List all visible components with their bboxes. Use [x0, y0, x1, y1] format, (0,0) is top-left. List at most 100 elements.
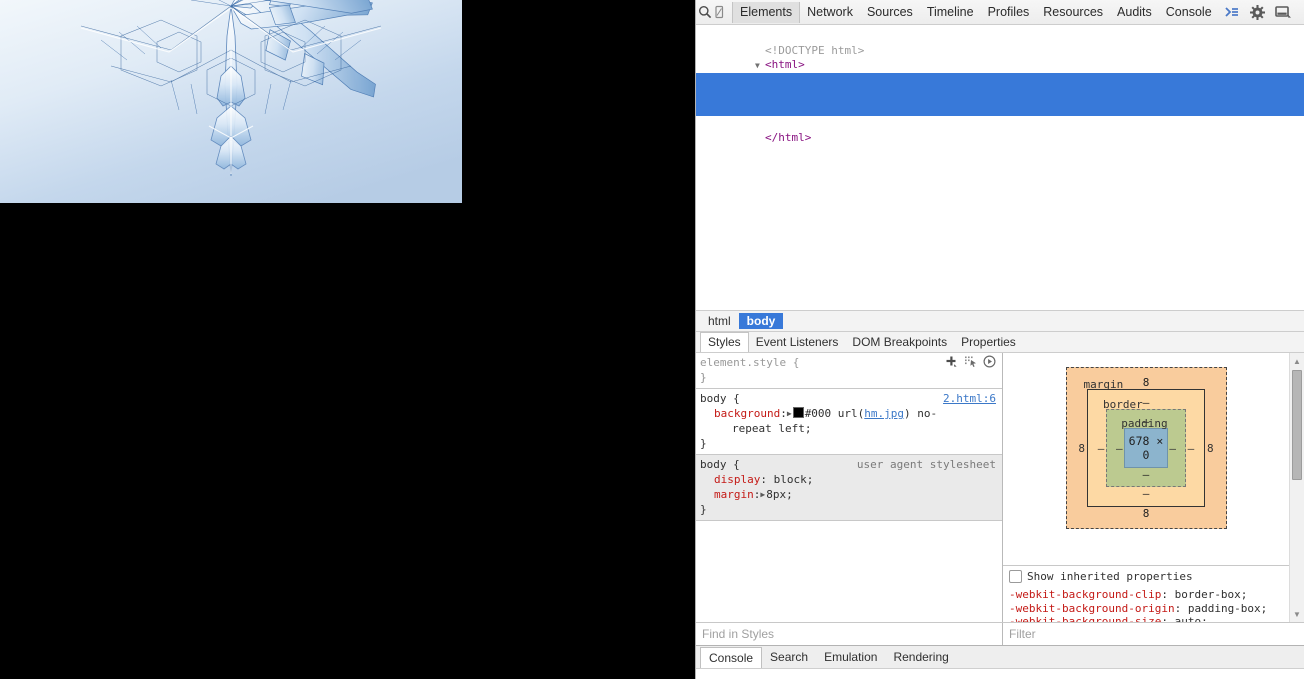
stylesheet-source-link[interactable]: 2.html:6	[943, 391, 996, 406]
scroll-down-arrow-icon[interactable]: ▼	[1290, 606, 1304, 622]
tab-console[interactable]: Console	[1159, 2, 1219, 23]
dom-row-selected-blank[interactable]	[696, 87, 1304, 102]
padding-right-value[interactable]: –	[1168, 442, 1178, 455]
tab-profiles[interactable]: Profiles	[981, 2, 1037, 23]
margin-bottom-value[interactable]: 8	[1077, 507, 1216, 520]
expand-triangle-icon[interactable]: ▶	[760, 487, 765, 502]
dom-tree-panel[interactable]: <!DOCTYPE html> <html> <head>…</head> <b…	[696, 25, 1304, 310]
panel-tabs: Elements Network Sources Timeline Profil…	[732, 0, 1219, 24]
drawer-tab-emulation[interactable]: Emulation	[816, 648, 885, 667]
margin-right-value[interactable]: 8	[1205, 442, 1215, 455]
scrollbar-thumb[interactable]	[1292, 370, 1302, 480]
dom-row[interactable]: <!DOCTYPE html>	[696, 29, 1304, 57]
padding-left-value[interactable]: –	[1114, 442, 1124, 455]
declaration-background[interactable]: background:▶ #000 url(hm.jpg) no-	[700, 406, 998, 421]
computed-property-row[interactable]: -webkit-background-clip: border-box;	[1009, 588, 1285, 602]
breadcrumb-item-html[interactable]: html	[700, 313, 739, 329]
box-model-padding[interactable]: padding – – 678 × 0 – –	[1106, 409, 1186, 487]
gear-icon[interactable]	[1245, 0, 1271, 24]
computed-property-name: -webkit-background-origin	[1009, 601, 1175, 615]
expand-triangle-icon[interactable]: ▶	[787, 406, 792, 421]
element-state-icon[interactable]	[964, 355, 977, 368]
dom-row-selected-body-open[interactable]: <body>	[696, 72, 1304, 100]
declaration-background-wrap: repeat left;	[700, 421, 998, 436]
rule-close-brace: }	[700, 503, 707, 516]
style-rule-element-style[interactable]: element.style {}	[696, 353, 1002, 389]
box-model-content[interactable]: 678 × 0	[1124, 428, 1168, 468]
find-bars: Find in Styles Filter	[696, 622, 1304, 645]
box-model-border[interactable]: border – – padding – – 678 × 0 – – – –	[1086, 389, 1206, 507]
computed-scroll-area: margin 8 8 border – – padding – – 678 × …	[1003, 353, 1304, 622]
border-top-value[interactable]: –	[1143, 396, 1150, 409]
computed-scrollbar[interactable]: ▲ ▼	[1289, 353, 1304, 622]
computed-filter-input[interactable]: Filter	[1003, 623, 1304, 645]
snowflake-background-image	[0, 0, 462, 203]
declaration-value-prefix: #000 url(	[804, 407, 865, 420]
declaration-display[interactable]: display: block;	[700, 472, 998, 487]
styles-rule-list[interactable]: element.style {} body {2.html:6 backgr…	[696, 353, 1002, 622]
breadcrumb-item-body[interactable]: body	[738, 313, 784, 329]
computed-filter-placeholder: Filter	[1009, 627, 1036, 641]
drawer-tabs: Console Search Emulation Rendering	[696, 645, 1304, 668]
drawer-tab-rendering[interactable]: Rendering	[885, 648, 956, 667]
dom-row-selected-body-close[interactable]: </body>	[696, 101, 1304, 129]
show-inherited-checkbox[interactable]	[1009, 570, 1022, 583]
scroll-up-arrow-icon[interactable]: ▲	[1290, 353, 1304, 369]
drawer-tab-console[interactable]: Console	[700, 646, 763, 668]
search-icon[interactable]	[698, 0, 712, 24]
border-bottom-value[interactable]: –	[1096, 487, 1196, 500]
tab-event-listeners[interactable]: Event Listeners	[749, 333, 846, 351]
border-left-value[interactable]: –	[1096, 442, 1106, 455]
box-model-padding-label: padding	[1121, 417, 1168, 430]
style-rule-body-user-agent[interactable]: body { user agent stylesheet display: bl…	[696, 455, 1002, 521]
tab-properties[interactable]: Properties	[954, 333, 1023, 351]
dom-row[interactable]: </html>	[696, 116, 1304, 144]
computed-properties-list: -webkit-background-clip: border-box; -we…	[1003, 586, 1289, 622]
rule-close-brace: }	[700, 371, 707, 384]
color-swatch[interactable]	[792, 407, 804, 418]
margin-left-value[interactable]: 8	[1077, 442, 1087, 455]
plus-icon[interactable]	[945, 355, 958, 368]
rule-selector: element.style {	[700, 356, 800, 369]
box-model-diagram[interactable]: margin 8 8 border – – padding – – 678 × …	[1003, 353, 1289, 537]
filter-circle-icon[interactable]	[983, 355, 996, 368]
toolbar-right-controls: ×	[1219, 0, 1304, 24]
declaration-name: background	[714, 407, 781, 420]
dom-html-close-tag: </html>	[764, 130, 812, 144]
tab-dom-breakpoints[interactable]: DOM Breakpoints	[845, 333, 954, 351]
tab-resources[interactable]: Resources	[1036, 2, 1110, 23]
styles-pane: element.style {} body {2.html:6 backgr…	[696, 353, 1003, 622]
margin-top-value[interactable]: 8	[1143, 376, 1150, 389]
rule-selector: body {	[700, 392, 740, 405]
device-emulation-icon[interactable]	[712, 0, 726, 24]
close-icon[interactable]: ×	[1297, 0, 1304, 24]
dom-row[interactable]: <head>…</head>	[696, 58, 1304, 86]
style-rule-body-author[interactable]: body { 2.html:6 background:▶ #000 url(hm.…	[696, 389, 1002, 455]
find-in-styles-placeholder: Find in Styles	[702, 627, 775, 641]
sidebar-split: element.style {} body {2.html:6 backgr…	[696, 353, 1304, 622]
box-model-margin[interactable]: margin 8 8 border – – padding – – 678 × …	[1065, 367, 1227, 529]
console-drawer-icon[interactable]	[1219, 0, 1245, 24]
border-right-value[interactable]: –	[1186, 442, 1196, 455]
computed-property-row[interactable]: -webkit-background-size: auto;	[1009, 615, 1285, 622]
background-url-link[interactable]: hm.jpg	[864, 407, 904, 420]
computed-property-row[interactable]: -webkit-background-origin: padding-box;	[1009, 602, 1285, 616]
show-inherited-row[interactable]: Show inherited properties	[1003, 565, 1289, 586]
declaration-name: margin	[714, 488, 754, 501]
declaration-margin[interactable]: margin:▶8px;	[700, 487, 998, 502]
tab-styles[interactable]: Styles	[700, 332, 749, 352]
computed-property-value: auto;	[1174, 615, 1208, 622]
tab-audits[interactable]: Audits	[1110, 2, 1159, 23]
tab-timeline[interactable]: Timeline	[920, 2, 981, 23]
tab-network[interactable]: Network	[800, 2, 860, 23]
tab-elements[interactable]: Elements	[732, 1, 801, 23]
drawer-tab-search[interactable]: Search	[762, 648, 816, 667]
dock-position-icon[interactable]	[1271, 0, 1297, 24]
padding-bottom-value[interactable]: –	[1114, 468, 1178, 481]
tab-sources[interactable]: Sources	[860, 2, 920, 23]
find-in-styles-input[interactable]: Find in Styles	[696, 623, 1003, 645]
declaration-value: block;	[773, 473, 814, 486]
dom-row[interactable]: <html>	[696, 44, 1304, 71]
computed-property-value: border-box;	[1174, 588, 1248, 601]
drawer-content	[696, 668, 1304, 679]
